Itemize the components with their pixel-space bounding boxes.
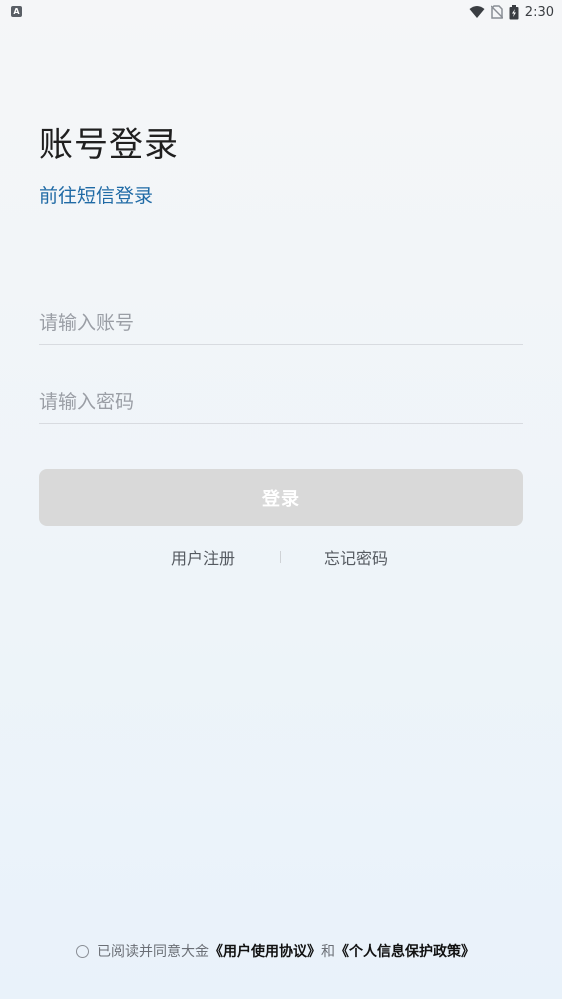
page-title: 账号登录 (39, 125, 179, 165)
agreement-prefix: 已阅读并同意大金 (97, 944, 209, 960)
status-icons: 2:30 (469, 3, 554, 21)
status-bar: A 2:30 (0, 0, 562, 24)
user-agreement-link[interactable]: 《用户使用协议》 (209, 941, 321, 961)
account-input[interactable] (39, 312, 523, 334)
links-divider (280, 551, 281, 563)
password-field (39, 371, 523, 424)
agreement-row: 已阅读并同意大金 《用户使用协议》 和 《个人信息保护政策》 (76, 940, 475, 962)
forgot-password-link[interactable]: 忘记密码 (324, 545, 388, 569)
agreement-radio[interactable] (76, 944, 89, 958)
wifi-icon (469, 6, 485, 18)
sms-login-link[interactable]: 前往短信登录 (39, 181, 153, 208)
register-link[interactable]: 用户注册 (171, 545, 235, 569)
auxiliary-links: 用户注册 忘记密码 (0, 545, 562, 569)
password-input[interactable] (39, 391, 523, 413)
no-sim-icon (490, 5, 503, 19)
login-button[interactable]: 登录 (39, 469, 523, 526)
battery-charging-icon (509, 4, 519, 19)
agreement-and: 和 (321, 944, 335, 960)
account-field (39, 292, 523, 345)
status-time: 2:30 (524, 4, 554, 20)
notification-app-icon: A (11, 6, 22, 17)
privacy-policy-link[interactable]: 《个人信息保护政策》 (335, 941, 475, 961)
